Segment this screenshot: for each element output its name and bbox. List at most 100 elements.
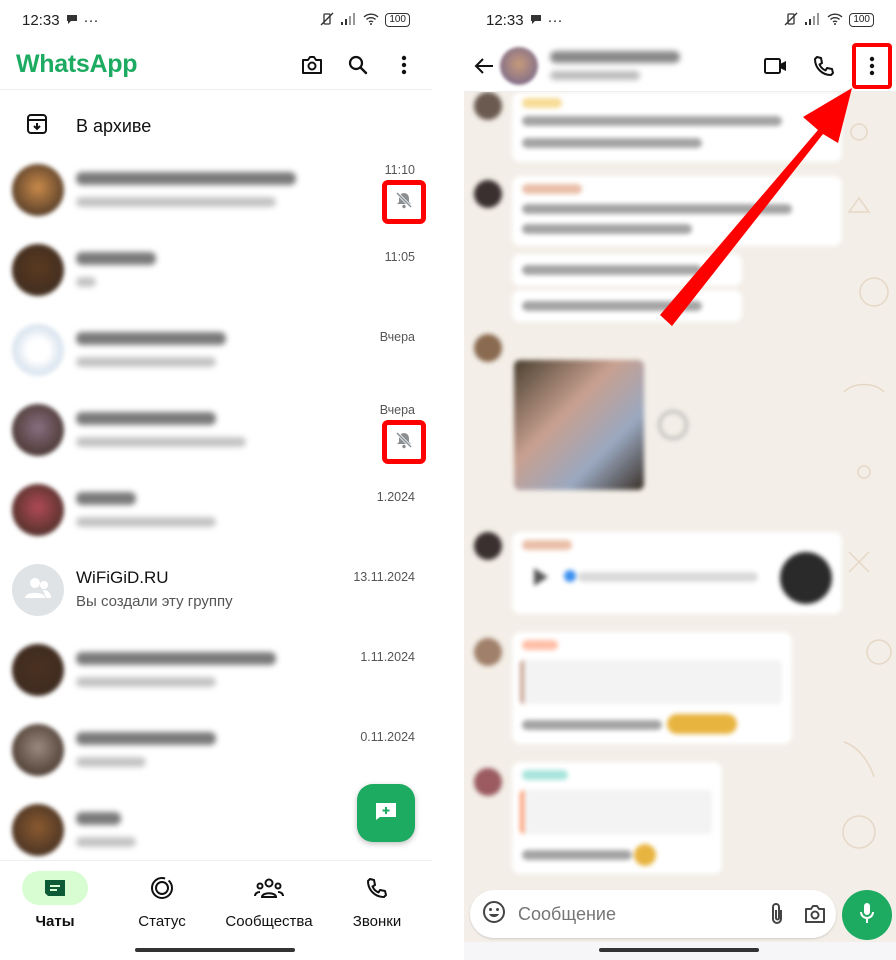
status-time: 12:33 — [486, 11, 524, 29]
nav-label-calls: Звонки — [352, 913, 402, 930]
conversation-screen: 12:33 ··· 100 — [464, 0, 896, 960]
forward-icon[interactable] — [658, 410, 688, 440]
message-list — [464, 92, 896, 882]
contact-avatar[interactable] — [12, 164, 64, 216]
chat-preview: Вы создали эту группу — [76, 593, 233, 610]
menu-highlight-box — [852, 43, 892, 89]
app-header: WhatsApp — [0, 40, 432, 90]
message-composer — [470, 890, 836, 938]
chat-timestamp: 0.11.2024 — [360, 730, 415, 744]
contact-avatar[interactable] — [12, 244, 64, 296]
more-dots-icon: ··· — [83, 11, 99, 29]
contact-avatar[interactable] — [500, 46, 538, 85]
chat-list-item[interactable]: 1.2024 — [0, 470, 432, 550]
nav-tab-status[interactable]: Статус — [107, 871, 217, 930]
status-time: 12:33 — [22, 11, 60, 29]
chat-list-item[interactable]: 11:10 — [0, 150, 432, 230]
chat-timestamp: 1.11.2024 — [360, 650, 415, 664]
chat-name-blurred — [76, 172, 296, 185]
message-bubble — [512, 176, 842, 246]
chat-name-blurred — [76, 732, 216, 745]
nav-tab-communities[interactable]: Сообщества — [214, 871, 324, 930]
chat-list-item[interactable]: Вчера — [0, 310, 432, 390]
overflow-menu-icon[interactable] — [392, 53, 416, 77]
conversation-header — [464, 40, 896, 92]
battery-icon: 100 — [849, 13, 874, 27]
wifi-icon — [363, 12, 379, 28]
status-bar-right: 12:33 ··· 100 — [464, 0, 896, 40]
sender-avatar — [474, 334, 502, 362]
contact-avatar[interactable] — [12, 644, 64, 696]
contact-avatar[interactable] — [12, 484, 64, 536]
chat-notification-icon — [530, 12, 542, 29]
chat-timestamp: 1.2024 — [376, 490, 415, 504]
mic-icon — [859, 901, 875, 930]
chat-timestamp: Вчера — [379, 330, 415, 344]
chat-timestamp: 11:05 — [384, 250, 415, 264]
home-indicator[interactable] — [599, 948, 759, 952]
signal-icon — [341, 12, 357, 28]
message-bubble — [512, 92, 842, 162]
chat-list-item[interactable]: 11:05 — [0, 230, 432, 310]
voice-record-button[interactable] — [842, 890, 892, 940]
message-input[interactable] — [518, 903, 750, 925]
muted-indicator-highlight — [382, 180, 426, 224]
chat-list-item[interactable]: Вчера — [0, 390, 432, 470]
nav-tab-chats[interactable]: Чаты — [0, 871, 110, 930]
chat-preview-blurred — [76, 517, 216, 527]
chat-list: 11:10 11:05 Вчера Вчера 1.2024 WiFiGiD.RU Вы с… — [0, 150, 432, 870]
chat-notification-icon — [66, 12, 78, 29]
attach-icon[interactable] — [770, 901, 784, 927]
nav-tab-calls[interactable]: Звонки — [322, 871, 432, 930]
message-bubble — [512, 632, 792, 744]
message-bubble — [512, 290, 742, 322]
photo-message[interactable] — [514, 360, 644, 490]
contact-avatar[interactable] — [12, 324, 64, 376]
chat-name-blurred — [76, 652, 276, 665]
nav-label-communities: Сообщества — [225, 913, 313, 930]
sender-avatar — [474, 638, 502, 666]
new-chat-button[interactable] — [357, 784, 415, 842]
contact-info[interactable] — [550, 47, 700, 85]
chat-preview-blurred — [76, 757, 146, 767]
chats-screen: 12:33 ··· 100 WhatsApp В архиве 11:10 11… — [0, 0, 432, 960]
wifi-icon — [827, 12, 843, 28]
group-avatar[interactable] — [12, 564, 64, 616]
video-call-icon[interactable] — [752, 44, 800, 88]
archive-label: В архиве — [76, 115, 152, 136]
chat-name-blurred — [76, 252, 156, 265]
archived-chats-row[interactable]: В архиве — [0, 104, 432, 148]
home-indicator[interactable] — [135, 948, 295, 952]
chat-name-blurred — [76, 812, 121, 825]
nav-label-status: Статус — [138, 913, 186, 930]
muted-bell-icon — [395, 431, 413, 454]
chat-name-blurred — [76, 492, 136, 505]
camera-icon[interactable] — [804, 901, 826, 927]
camera-icon[interactable] — [300, 53, 324, 77]
emoji-icon[interactable] — [482, 900, 506, 929]
chat-preview-blurred — [76, 197, 276, 207]
screenshot-stage: 12:33 ··· 100 WhatsApp В архиве 11:10 11… — [0, 0, 896, 960]
voice-call-icon[interactable] — [800, 44, 848, 88]
chats-icon — [22, 871, 88, 905]
chat-name-blurred — [76, 332, 226, 345]
group-icon — [24, 577, 52, 604]
new-chat-icon — [375, 802, 397, 825]
mute-vibrate-icon — [319, 12, 335, 29]
search-icon[interactable] — [346, 53, 370, 77]
chat-preview-blurred — [76, 837, 136, 847]
chat-list-item[interactable]: 0.11.2024 — [0, 710, 432, 790]
contact-avatar[interactable] — [12, 804, 64, 856]
communities-icon — [214, 871, 324, 905]
chat-name: WiFiGiD.RU — [76, 568, 169, 587]
muted-bell-icon — [395, 191, 413, 214]
chat-list-item[interactable]: WiFiGiD.RU Вы создали эту группу 13.11.202… — [0, 550, 432, 630]
contact-avatar[interactable] — [12, 404, 64, 456]
chat-list-item[interactable]: 1.11.2024 — [0, 630, 432, 710]
contact-avatar[interactable] — [12, 724, 64, 776]
archive-icon — [26, 113, 48, 140]
app-title: WhatsApp — [16, 50, 138, 78]
chat-preview-blurred — [76, 677, 216, 687]
back-arrow-icon[interactable] — [474, 54, 498, 78]
chat-timestamp: 11:10 — [384, 163, 415, 177]
